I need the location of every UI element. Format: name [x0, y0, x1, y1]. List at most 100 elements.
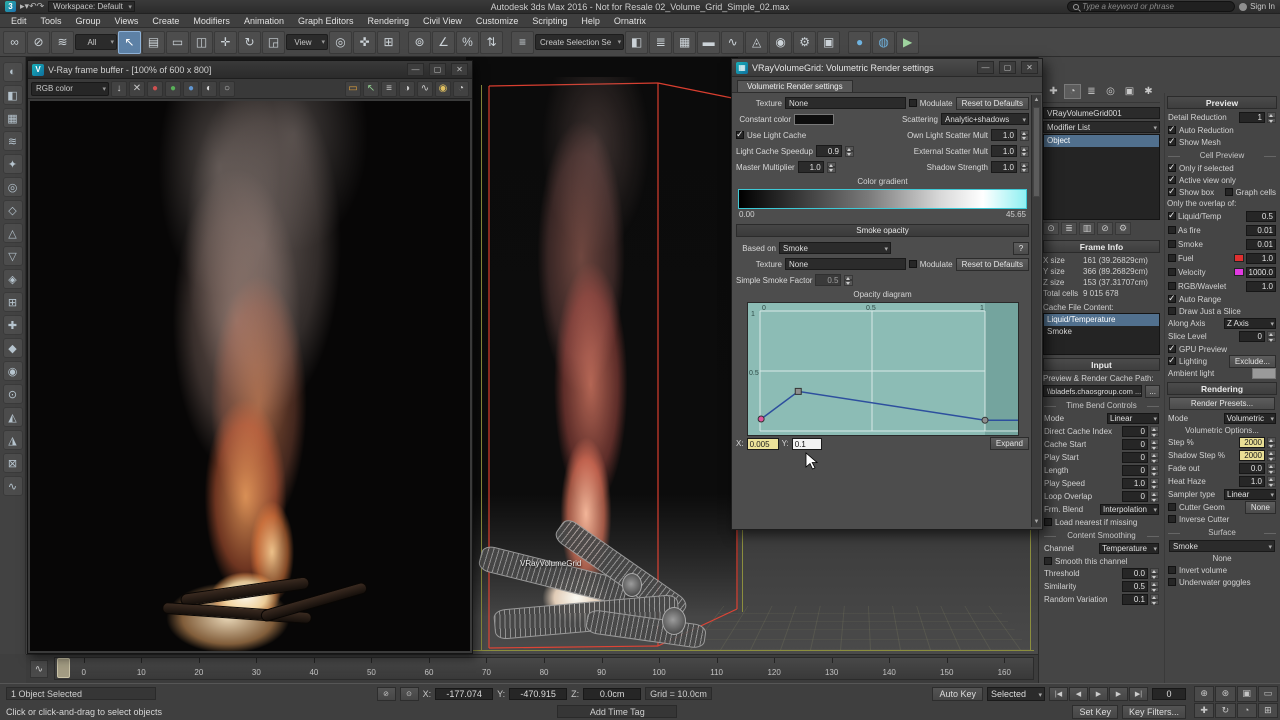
selection-lock-toggle-icon[interactable]: ⊙ — [400, 687, 419, 701]
key-filters-button[interactable]: Key Filters... — [1122, 705, 1186, 719]
rendered-frame-window-icon[interactable]: ▣ — [817, 31, 840, 54]
track-mouse-icon[interactable]: ↖ — [363, 81, 379, 97]
frame-info-rollout[interactable]: Frame Info — [1043, 240, 1160, 253]
maximize-viewport-icon[interactable]: ⊞ — [1258, 703, 1278, 719]
channel-color-swatch[interactable] — [1234, 254, 1244, 262]
color-gradient-bar[interactable] — [738, 189, 1027, 209]
channel-value[interactable]: 0.01 — [1246, 239, 1276, 250]
setting-value[interactable]: Temperature — [1099, 543, 1159, 554]
channel-value[interactable]: 1.0 — [1246, 281, 1276, 292]
checkbox-row[interactable]: Inverse Cutter — [1167, 513, 1277, 525]
cache-content-item[interactable]: Liquid/Temperature — [1044, 314, 1159, 326]
reference-coordinate-dropdown[interactable]: View — [286, 34, 328, 50]
shelf-icon[interactable]: ◐ — [3, 62, 23, 82]
setting-value[interactable]: 0.0 — [1239, 463, 1265, 474]
curve-point-selected[interactable] — [758, 416, 764, 422]
next-frame-button[interactable]: ▶ — [1109, 687, 1128, 701]
modulate-checkbox[interactable] — [909, 99, 917, 107]
rectangular-selection-region-icon[interactable]: ▭ — [166, 31, 189, 54]
render-setup-icon[interactable]: ⚙ — [793, 31, 816, 54]
frame-tick[interactable]: 30 — [228, 658, 286, 679]
select-object-icon[interactable]: ↖ — [118, 31, 141, 54]
rendering-rollout[interactable]: Rendering — [1167, 382, 1277, 395]
scroll-up-icon[interactable]: ▲ — [1032, 95, 1041, 105]
minimize-button[interactable]: — — [407, 63, 424, 76]
graphite-ribbon-icon[interactable]: ▬ — [697, 31, 720, 54]
smooth-channel-checkbox[interactable] — [1044, 557, 1052, 565]
checkbox[interactable] — [1168, 578, 1176, 586]
setting-value[interactable]: 2000 — [1239, 437, 1265, 448]
mini-curve-editor-icon[interactable]: ∿ — [30, 660, 48, 678]
x-coord-field[interactable]: -177.074 — [435, 688, 493, 700]
app-logo-icon[interactable]: 3 — [5, 1, 16, 12]
separator[interactable] — [401, 31, 407, 54]
spinner[interactable] — [845, 146, 854, 157]
save-image-icon[interactable]: ↓ — [111, 81, 127, 97]
use-pivot-center-icon[interactable]: ◎ — [329, 31, 352, 54]
checkbox-row[interactable]: Underwater goggles — [1167, 576, 1277, 588]
material-editor-icon[interactable]: ◉ — [769, 31, 792, 54]
menu-item[interactable]: Edit — [4, 16, 34, 26]
shelf-icon[interactable]: ◎ — [3, 177, 23, 197]
shelf-icon[interactable]: ✚ — [3, 315, 23, 335]
close-button[interactable]: ✕ — [451, 63, 468, 76]
cache-path-field[interactable]: \\bladefs.chaosgroup.com ... — [1043, 385, 1142, 397]
frame-tick[interactable]: 40 — [285, 658, 343, 679]
channel-checkbox[interactable] — [1168, 254, 1176, 262]
stamp-icon[interactable]: ≡ — [381, 81, 397, 97]
search-input[interactable]: Type a keyword or phrase — [1067, 1, 1235, 12]
channel-checkbox[interactable] — [1168, 282, 1176, 290]
make-unique-icon[interactable]: ▥ — [1079, 222, 1095, 235]
shelf-icon[interactable]: ∿ — [3, 476, 23, 496]
add-time-tag[interactable]: Add Time Tag — [557, 705, 677, 718]
own-light-scatter-field[interactable]: 1.0 — [991, 129, 1017, 141]
key-mode-dropdown[interactable]: Selected — [987, 687, 1045, 701]
use-light-cache-checkbox[interactable] — [736, 131, 744, 139]
frame-tick[interactable]: 90 — [573, 658, 631, 679]
zoom-all-icon[interactable]: ⊛ — [1215, 686, 1235, 702]
spinner[interactable] — [1267, 450, 1276, 461]
frame-tick[interactable]: 150 — [918, 658, 976, 679]
setting-value[interactable]: 0 — [1122, 439, 1148, 450]
sign-in-button[interactable]: Sign In — [1239, 2, 1275, 11]
cutter-geom-none-button[interactable]: None — [1245, 501, 1276, 514]
spinner[interactable] — [1267, 331, 1276, 342]
curves-icon[interactable]: ∿ — [417, 81, 433, 97]
frame-tick[interactable]: 80 — [515, 658, 573, 679]
frame-tick[interactable]: 100 — [630, 658, 688, 679]
pan-icon[interactable]: ✚ — [1194, 703, 1214, 719]
setting-value[interactable]: 0 — [1122, 452, 1148, 463]
checkbox[interactable] — [1168, 307, 1176, 315]
spinner[interactable] — [1150, 568, 1159, 579]
window-crossing-icon[interactable]: ◫ — [190, 31, 213, 54]
browse-cache-button[interactable]: ... — [1145, 385, 1160, 398]
light-cache-speedup-field[interactable]: 0.9 — [816, 145, 842, 157]
cache-content-list[interactable]: Liquid/TemperatureSmoke — [1043, 313, 1160, 355]
close-button[interactable]: ✕ — [1021, 61, 1038, 74]
exclude-button[interactable]: Exclude... — [1229, 355, 1276, 368]
setting-value[interactable]: 1.0 — [1122, 478, 1148, 489]
remove-modifier-icon[interactable]: ⊘ — [1097, 222, 1113, 235]
shelf-icon[interactable]: ⊠ — [3, 453, 23, 473]
setting-value[interactable]: Interpolation — [1100, 504, 1159, 515]
snaps-toggle-icon[interactable]: ⊚ — [408, 31, 431, 54]
spinner[interactable] — [1020, 130, 1029, 141]
frame-tick[interactable]: 70 — [458, 658, 516, 679]
point-y-field[interactable]: 0.1 — [792, 438, 822, 450]
minimize-button[interactable]: — — [977, 61, 994, 74]
channel-checkbox[interactable] — [1168, 268, 1176, 276]
selection-filter-dropdown[interactable]: All — [75, 34, 117, 50]
preview-rollout[interactable]: Preview — [1167, 96, 1277, 109]
checkbox[interactable] — [1168, 126, 1176, 134]
menu-item[interactable]: Graph Editors — [291, 16, 361, 26]
vfb-channel-dropdown[interactable]: RGB color — [31, 82, 109, 96]
spinner[interactable] — [1267, 476, 1276, 487]
named-selection-sets-dropdown[interactable]: Create Selection Se — [535, 34, 624, 50]
green-channel-icon[interactable]: ● — [165, 81, 181, 97]
spinner[interactable] — [1267, 463, 1276, 474]
channel-value[interactable]: 0.01 — [1246, 225, 1276, 236]
frame-tick[interactable]: 20 — [170, 658, 228, 679]
checkbox-row[interactable]: GPU Preview — [1167, 343, 1277, 355]
select-and-rotate-icon[interactable]: ↻ — [238, 31, 261, 54]
channel-row[interactable]: RGB/Wavelet 1.0 — [1167, 279, 1277, 293]
